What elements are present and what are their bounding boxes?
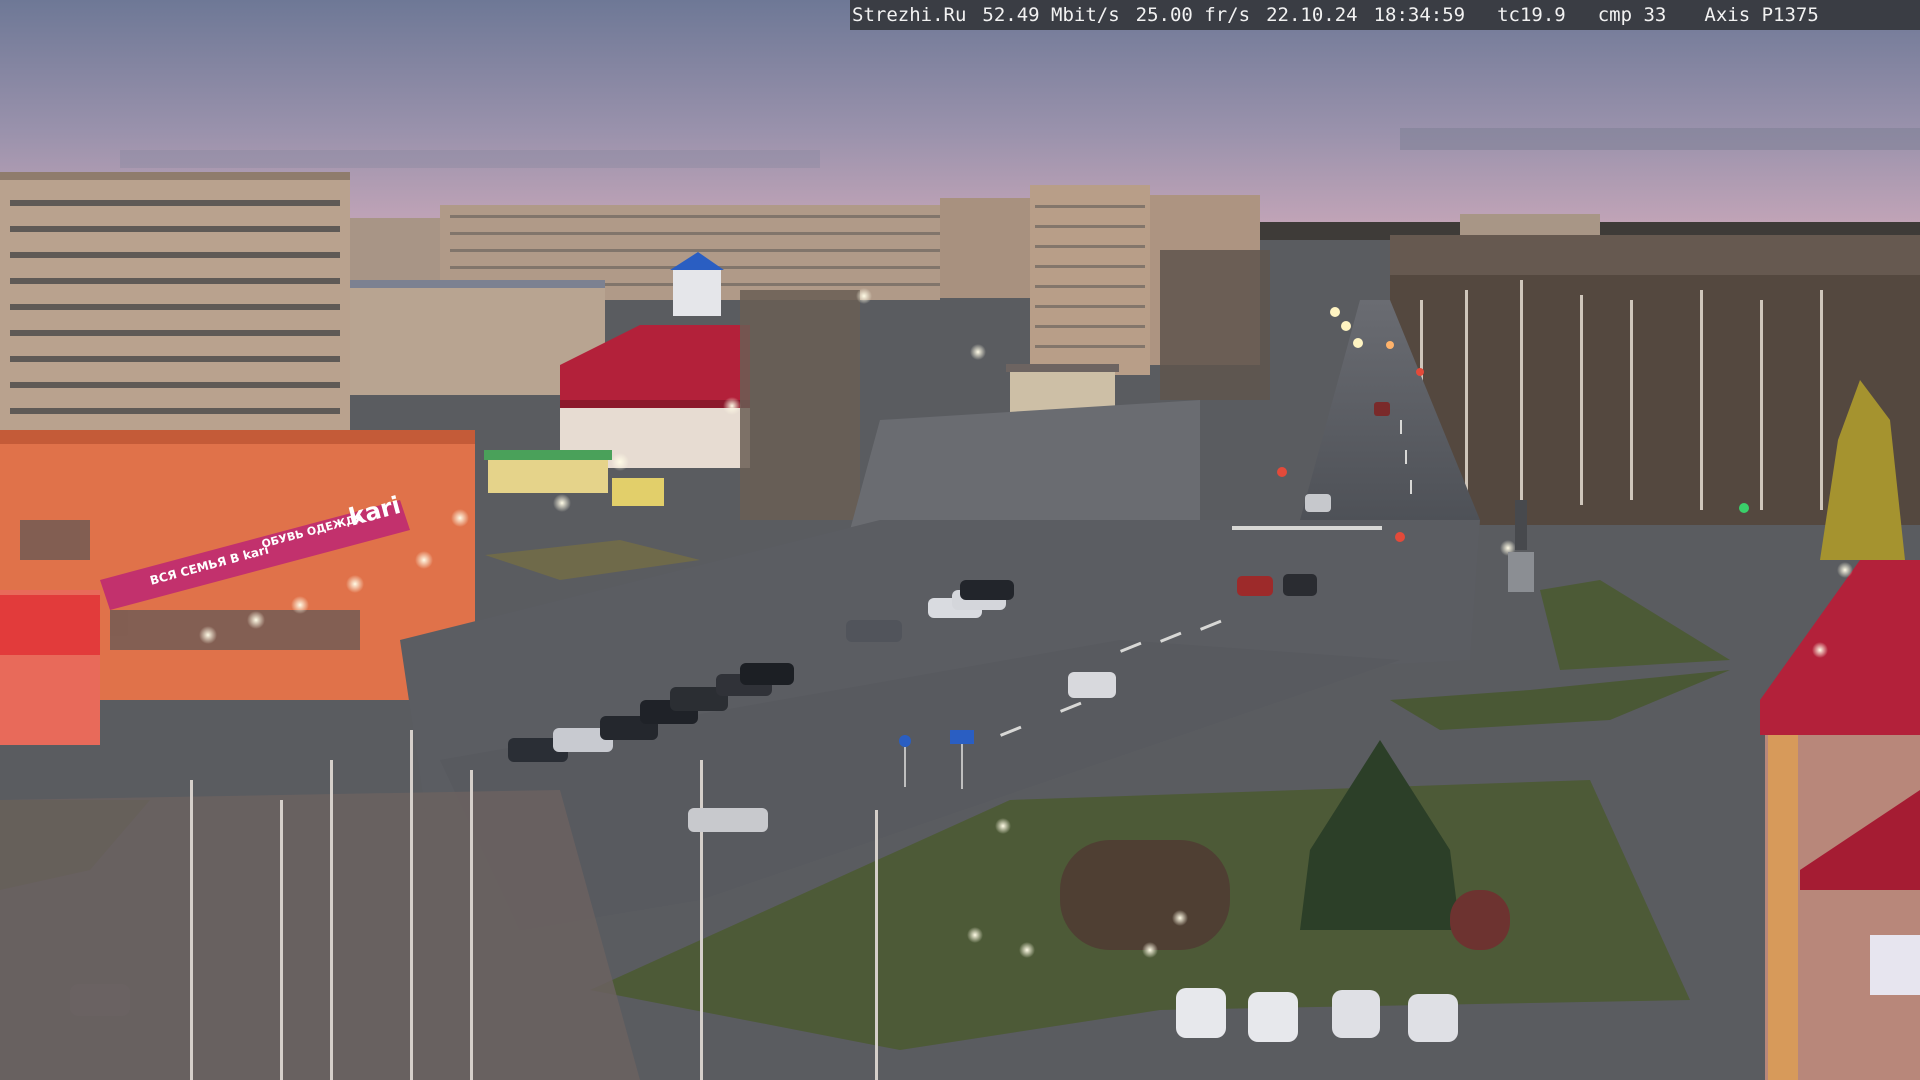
monument-figure bbox=[1515, 500, 1527, 550]
osd-framerate: 25.00 fr/s bbox=[1135, 4, 1251, 26]
osd-site: Strezhi.Ru bbox=[852, 4, 967, 26]
sky-cloud-band bbox=[1400, 128, 1920, 150]
road-sign-round bbox=[899, 735, 911, 747]
osd-camera: Axis P1375 bbox=[1704, 4, 1819, 26]
kiosk bbox=[488, 458, 608, 493]
osd-date: 22.10.24 bbox=[1266, 4, 1358, 26]
street-scene: kari ВСЯ СЕМЬЯ В kari ОБУВЬ ОДЕЖДА bbox=[0, 0, 1920, 1080]
road-sign-blue bbox=[950, 730, 974, 744]
camera-osd-overlay: Strezhi.Ru 52.49 Mbit/s 25.00 fr/s 22.10.24… bbox=[850, 0, 1920, 30]
road-sign-pole bbox=[961, 744, 963, 789]
camera-frame: kari ВСЯ СЕМЬЯ В kari ОБУВЬ ОДЕЖДА Strez… bbox=[0, 0, 1920, 1080]
billboard bbox=[612, 478, 664, 506]
pavilion-roof bbox=[1006, 364, 1119, 372]
trees-center bbox=[1160, 250, 1270, 400]
osd-cmp: cmp 33 bbox=[1597, 4, 1667, 26]
apartment-building-mid-roof bbox=[350, 280, 605, 288]
osd-bitrate: 52.49 Mbit/s bbox=[982, 4, 1120, 26]
kiosk-roof bbox=[484, 450, 612, 460]
osd-tc: tc19.9 bbox=[1497, 4, 1566, 26]
monument-pedestal bbox=[1508, 552, 1534, 592]
shrub-cluster bbox=[1060, 840, 1230, 950]
store-building bbox=[0, 430, 475, 745]
sky-cloud-band-left bbox=[120, 150, 820, 168]
red-shrub bbox=[1450, 890, 1510, 950]
trees-center-left bbox=[740, 290, 860, 520]
road-sign-pole-2 bbox=[904, 747, 906, 787]
birch-trees-foreground bbox=[0, 790, 640, 1080]
osd-time: 18:34:59 bbox=[1373, 4, 1466, 26]
white-tower bbox=[673, 268, 721, 316]
central-plaza bbox=[850, 400, 1200, 530]
